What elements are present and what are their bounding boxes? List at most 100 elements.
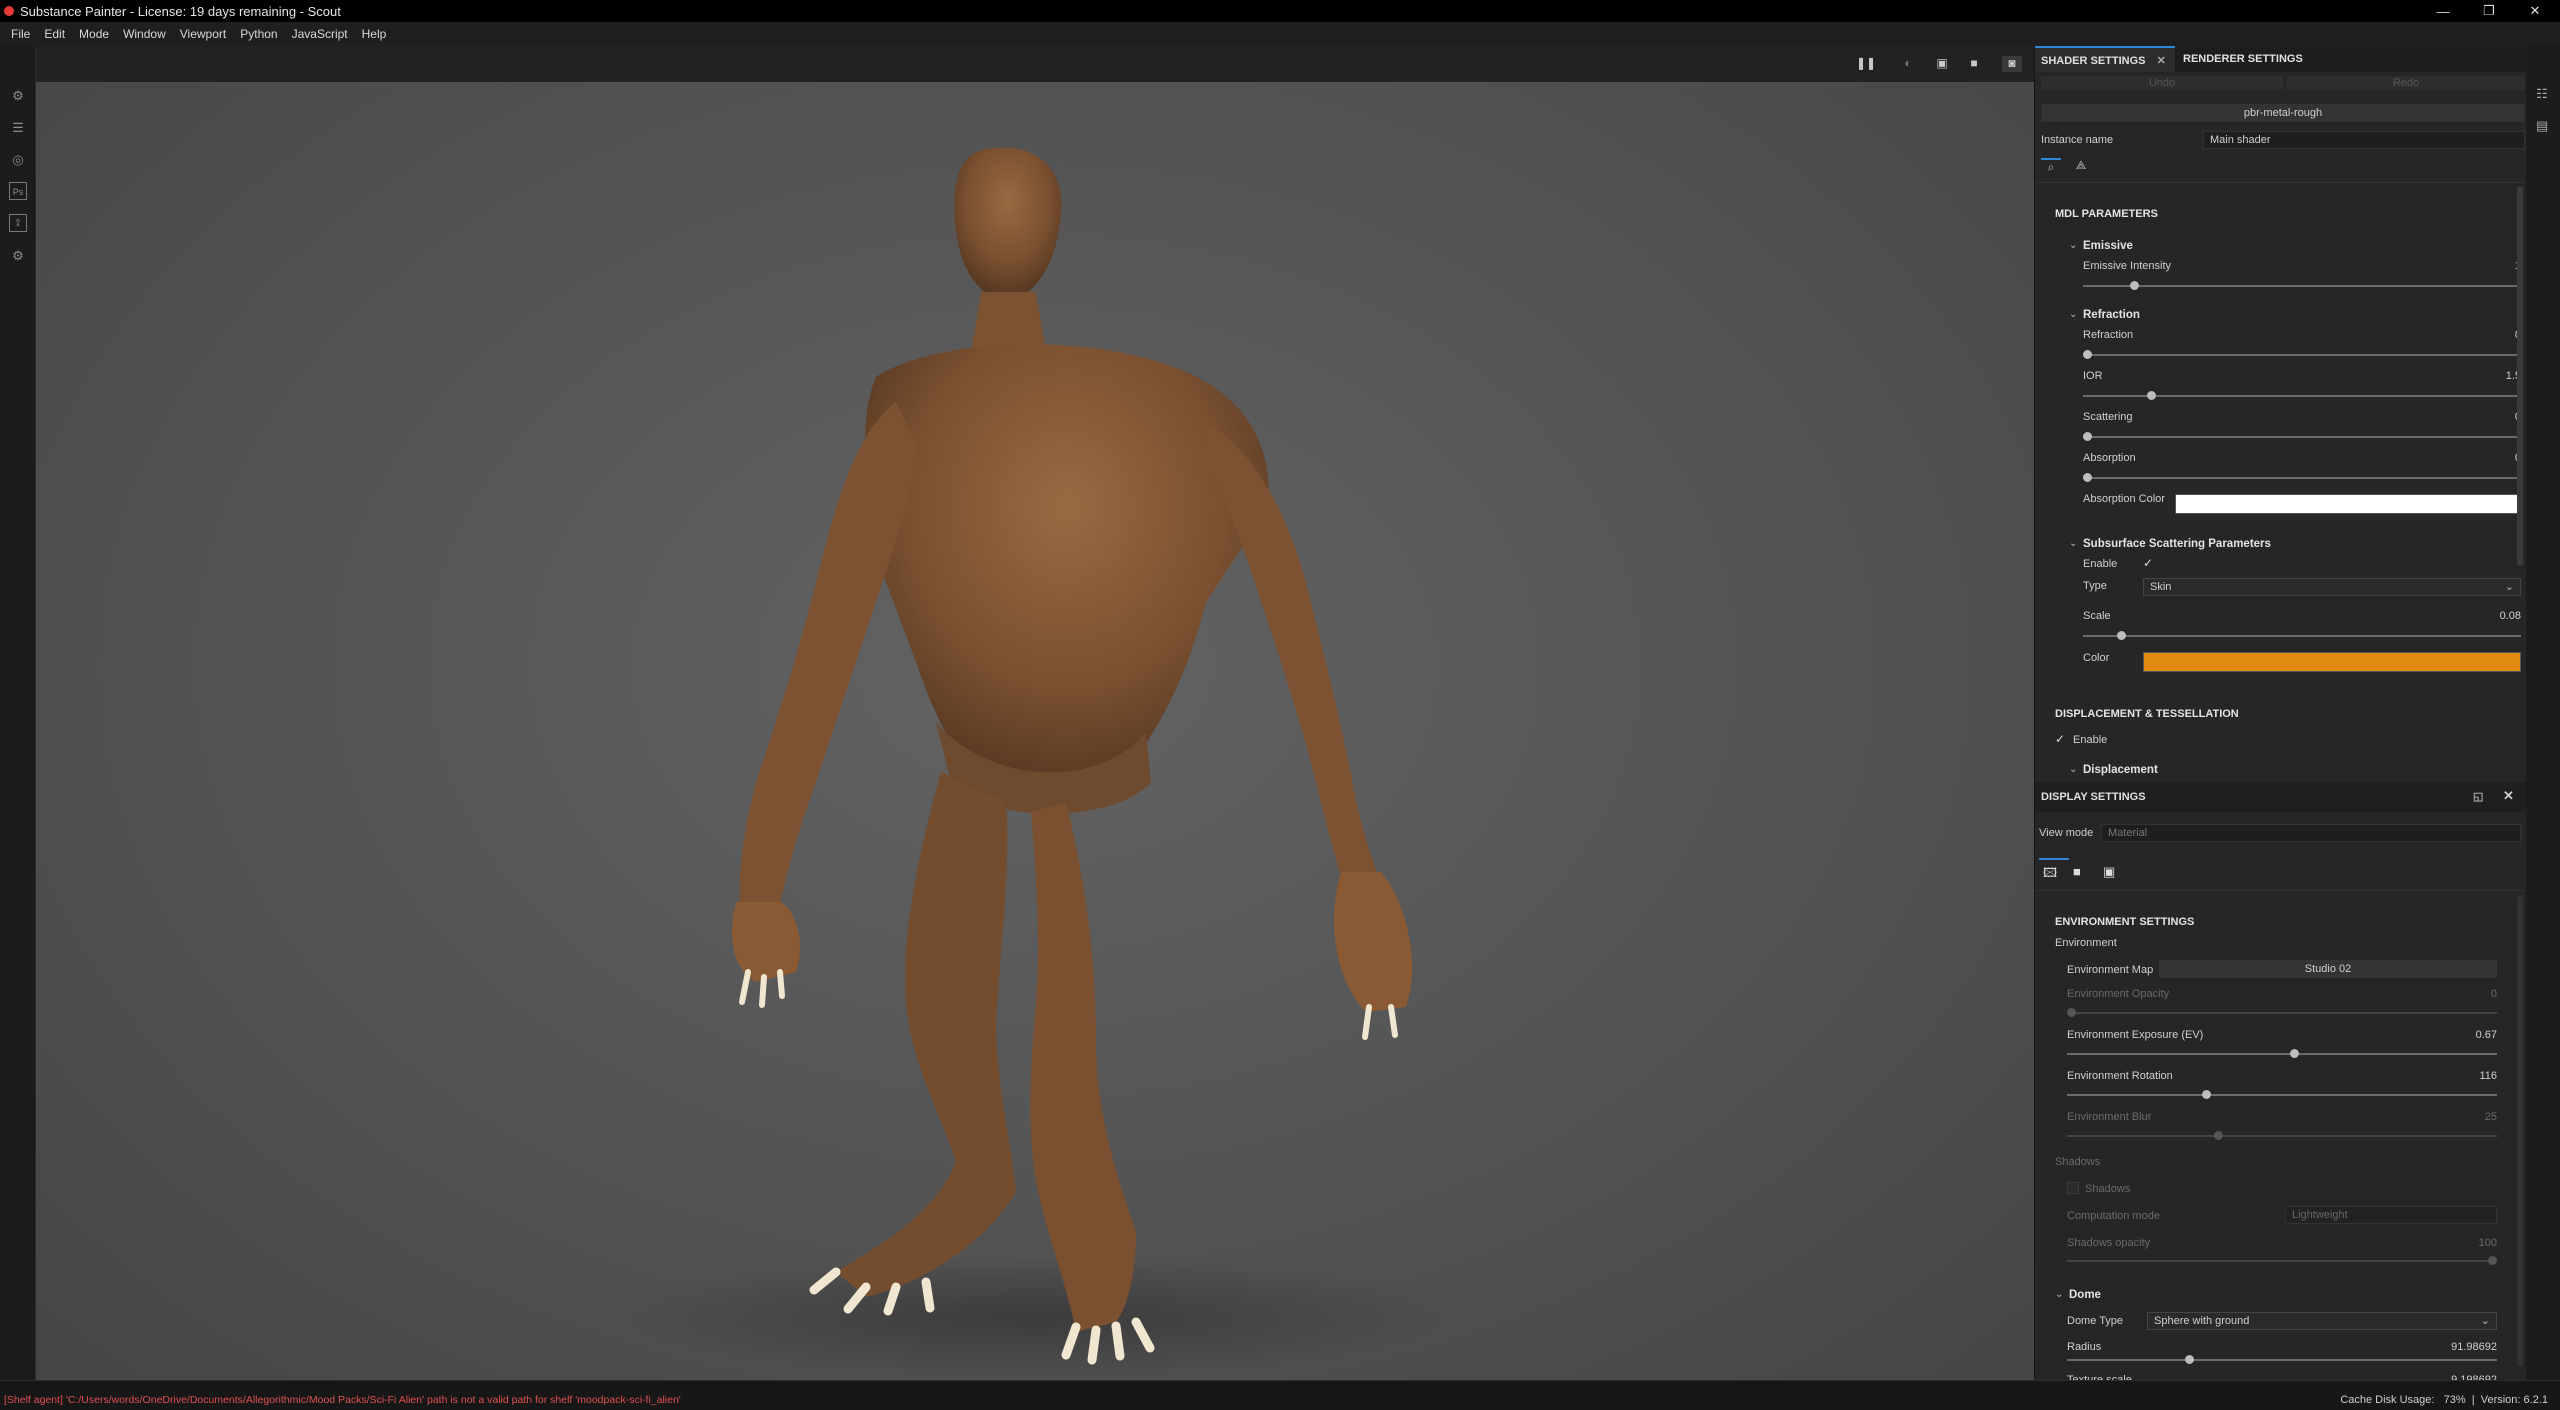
tab-renderer-settings[interactable]: RENDERER SETTINGS: [2177, 46, 2309, 72]
emissive-intensity-slider[interactable]: [2083, 281, 2521, 290]
displacement-enable-checkbox[interactable]: ✓: [2055, 732, 2065, 746]
slider-knob[interactable]: [2214, 1131, 2224, 1140]
slider-knob[interactable]: [2083, 473, 2092, 482]
tab-shader-settings[interactable]: SHADER SETTINGS ✕: [2035, 46, 2175, 72]
env-rotation-value[interactable]: 116: [2411, 1070, 2497, 1082]
env-map-button[interactable]: Studio 02: [2159, 960, 2497, 978]
slider-knob[interactable]: [2147, 391, 2157, 400]
refraction-value[interactable]: 0: [2435, 329, 2521, 341]
instance-name-input[interactable]: Main shader: [2203, 131, 2525, 149]
slider-knob[interactable]: [2201, 1090, 2211, 1099]
chevron-down-icon[interactable]: ⌄: [2069, 240, 2077, 251]
dome-group[interactable]: Dome: [2069, 1289, 2101, 1301]
chevron-down-icon[interactable]: ⌄: [2069, 309, 2077, 320]
redo-button[interactable]: Redo: [2287, 76, 2525, 90]
dome-type-dropdown[interactable]: Sphere with ground ⌄: [2147, 1312, 2497, 1330]
env-blur-slider[interactable]: [2067, 1131, 2497, 1140]
scattering-value[interactable]: 0: [2435, 411, 2521, 423]
shader-preset-button[interactable]: pbr-metal-rough: [2041, 104, 2525, 122]
close-icon[interactable]: ✕: [2157, 55, 2166, 67]
menu-viewport[interactable]: Viewport: [173, 27, 233, 41]
chevron-down-icon[interactable]: ⌄: [2055, 1289, 2063, 1300]
env-opacity-value[interactable]: 0: [2411, 988, 2497, 1000]
view-mode-dropdown[interactable]: Material: [2101, 824, 2521, 842]
close-window-button[interactable]: ✕: [2512, 0, 2558, 22]
env-exposure-value[interactable]: 0.67: [2411, 1029, 2497, 1041]
absorption-slider[interactable]: [2083, 473, 2521, 482]
maximize-button[interactable]: ❐: [2466, 0, 2512, 22]
close-icon[interactable]: ✕: [2503, 788, 2514, 804]
refraction-slider[interactable]: [2083, 350, 2521, 359]
sss-type-value: Skin: [2150, 581, 2172, 593]
viewport-tab-icon[interactable]: ▣: [2103, 864, 2115, 880]
pause-icon[interactable]: ❚❚: [1856, 56, 1876, 72]
absorption-label: Absorption: [2083, 452, 2136, 464]
export-icon[interactable]: ⇪: [9, 214, 27, 232]
shader-params-icon[interactable]: ⟁: [2071, 158, 2091, 178]
slider-knob[interactable]: [2083, 432, 2092, 441]
shadows-opacity-value[interactable]: 100: [2411, 1237, 2497, 1249]
scattering-slider[interactable]: [2083, 432, 2521, 441]
slider-knob[interactable]: [2067, 1008, 2076, 1017]
menu-javascript[interactable]: JavaScript: [285, 27, 355, 41]
camera-tab-icon[interactable]: ■: [2073, 864, 2081, 879]
shadows-checkbox[interactable]: [2067, 1182, 2079, 1194]
shadows-opacity-slider[interactable]: [2067, 1256, 2497, 1265]
ior-value[interactable]: 1.5: [2435, 370, 2521, 382]
shader-scrollbar[interactable]: [2517, 186, 2523, 566]
shader-dock-icon[interactable]: ☷: [2536, 86, 2548, 102]
gear-icon[interactable]: ⚙: [9, 246, 27, 264]
bake-icon[interactable]: ◎: [9, 150, 27, 168]
slider-knob[interactable]: [2290, 1049, 2300, 1058]
slider-knob[interactable]: [2083, 350, 2092, 359]
display-dock-icon[interactable]: ▤: [2536, 118, 2548, 134]
slider-knob[interactable]: [2130, 281, 2140, 290]
sss-type-dropdown[interactable]: Skin ⌄: [2143, 578, 2521, 596]
screenshot-icon[interactable]: ◙: [2002, 56, 2022, 72]
sss-group[interactable]: Subsurface Scattering Parameters: [2083, 538, 2271, 550]
refraction-group[interactable]: Refraction: [2083, 309, 2140, 321]
float-panel-icon[interactable]: ◱: [2473, 790, 2483, 803]
chevron-down-icon: ⌄: [2480, 1315, 2490, 1327]
sss-color-swatch[interactable]: [2143, 652, 2521, 672]
chevron-down-icon[interactable]: ⌄: [2069, 764, 2077, 775]
scene-icon[interactable]: ◐: [1898, 56, 1918, 72]
sss-enable-checkbox[interactable]: ✓: [2143, 556, 2157, 570]
cube-icon[interactable]: ▣: [1932, 56, 1952, 72]
env-opacity-slider[interactable]: [2067, 1008, 2497, 1017]
menu-mode[interactable]: Mode: [72, 27, 116, 41]
environment-tab-icon[interactable]: 🖾: [2043, 864, 2057, 886]
display-scrollbar[interactable]: [2517, 896, 2523, 1366]
minimize-button[interactable]: —: [2420, 0, 2466, 22]
env-blur-value[interactable]: 25: [2411, 1111, 2497, 1123]
sss-scale-value[interactable]: 0.08: [2435, 610, 2521, 622]
emissive-intensity-value[interactable]: 1: [2435, 260, 2521, 272]
menu-file[interactable]: File: [4, 27, 37, 41]
ior-slider[interactable]: [2083, 391, 2521, 400]
photoshop-icon[interactable]: Ps: [9, 182, 27, 200]
computation-mode-dropdown[interactable]: Lightweight: [2285, 1206, 2497, 1224]
absorption-value[interactable]: 0: [2435, 452, 2521, 464]
displacement-group[interactable]: Displacement: [2083, 764, 2158, 776]
slider-knob[interactable]: [2184, 1355, 2194, 1364]
sss-scale-slider[interactable]: [2083, 631, 2521, 640]
menu-edit[interactable]: Edit: [37, 27, 72, 41]
search-icon[interactable]: ⌕: [2041, 158, 2061, 178]
3d-viewport[interactable]: [36, 82, 2034, 1380]
radius-slider[interactable]: [2067, 1355, 2497, 1364]
camera-icon[interactable]: ■: [1964, 56, 1984, 72]
menu-help[interactable]: Help: [355, 27, 394, 41]
slider-knob[interactable]: [2488, 1256, 2497, 1265]
env-rotation-slider[interactable]: [2067, 1090, 2497, 1099]
slider-knob[interactable]: [2117, 631, 2127, 640]
layers-icon[interactable]: ☰: [9, 118, 27, 136]
settings-icon[interactable]: ⚙: [9, 86, 27, 104]
chevron-down-icon[interactable]: ⌄: [2069, 538, 2077, 549]
emissive-group[interactable]: Emissive: [2083, 240, 2133, 252]
radius-value[interactable]: 91.98692: [2411, 1341, 2497, 1353]
menu-python[interactable]: Python: [233, 27, 284, 41]
env-exposure-slider[interactable]: [2067, 1049, 2497, 1058]
absorption-color-swatch[interactable]: [2175, 494, 2521, 514]
undo-button[interactable]: Undo: [2041, 76, 2283, 90]
menu-window[interactable]: Window: [116, 27, 173, 41]
